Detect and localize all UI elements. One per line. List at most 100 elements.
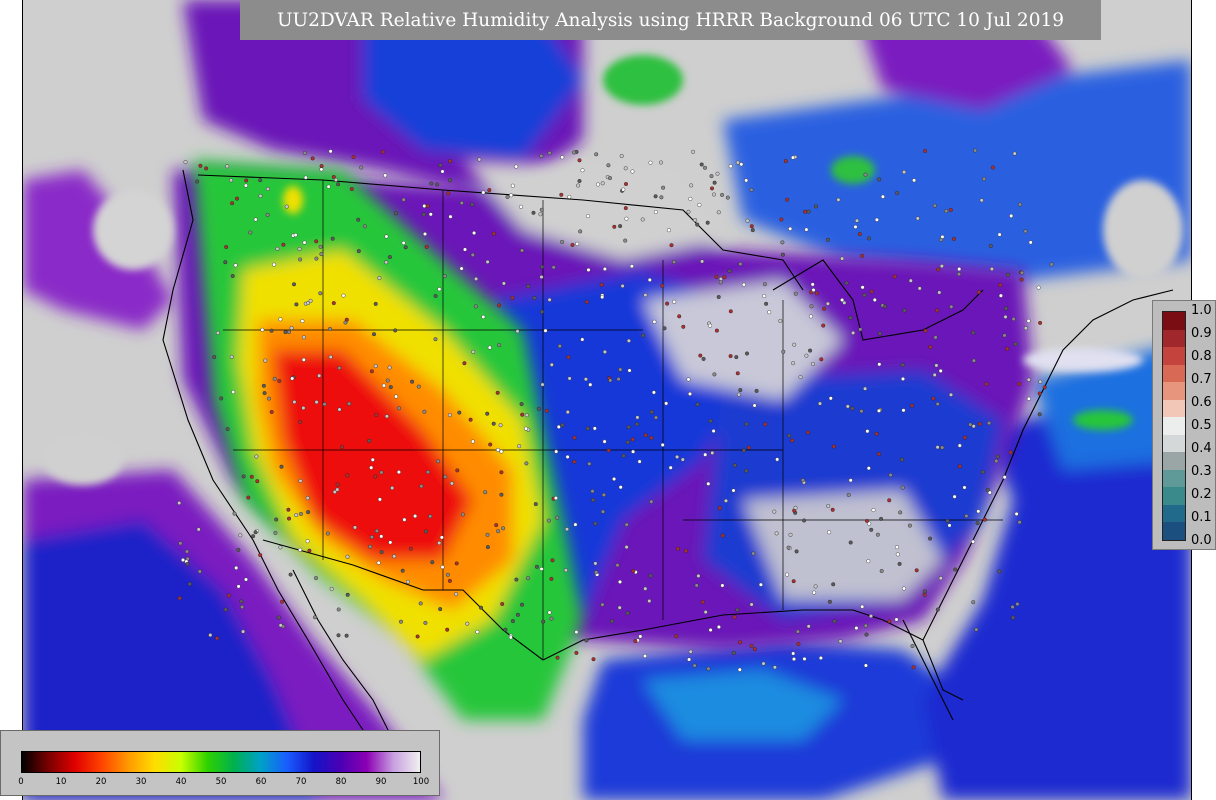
station-marker [720, 192, 725, 197]
station-marker [767, 310, 772, 315]
station-marker [791, 579, 796, 584]
station-marker [675, 546, 680, 551]
station-marker [445, 572, 450, 577]
station-marker [479, 605, 484, 610]
station-marker [585, 426, 590, 431]
station-marker [902, 308, 907, 313]
station-marker [791, 155, 796, 160]
station-marker [433, 294, 438, 299]
station-marker [583, 377, 588, 382]
rh-field [23, 0, 1191, 800]
station-marker [302, 150, 307, 155]
station-marker [608, 176, 613, 181]
station-marker [1002, 333, 1007, 338]
station-marker [928, 536, 933, 541]
station-marker [763, 422, 768, 427]
station-marker [233, 263, 238, 268]
station-marker [725, 195, 730, 200]
station-marker [936, 267, 941, 272]
rh-legend-swatch [1163, 504, 1185, 523]
station-marker [501, 526, 506, 531]
station-marker [1020, 270, 1025, 275]
station-marker [608, 378, 613, 383]
station-marker [445, 627, 450, 632]
station-marker [739, 162, 744, 167]
station-marker [298, 420, 303, 425]
station-marker [341, 293, 346, 298]
station-marker [442, 274, 447, 279]
station-marker [472, 230, 477, 235]
station-marker [383, 173, 388, 178]
station-marker [735, 607, 740, 612]
station-marker [631, 449, 636, 454]
station-marker [379, 534, 384, 539]
station-marker [995, 454, 1000, 459]
station-marker [640, 217, 645, 222]
station-marker [928, 345, 933, 350]
percent-tick-label: 60 [255, 777, 267, 787]
station-marker [225, 164, 230, 169]
station-marker [301, 357, 306, 362]
station-marker [876, 452, 881, 457]
station-marker [944, 209, 949, 214]
station-marker [792, 657, 797, 662]
station-marker [599, 282, 604, 287]
station-marker [485, 545, 490, 550]
station-marker [600, 181, 605, 186]
station-marker [700, 259, 705, 264]
station-marker [573, 522, 578, 527]
station-marker [408, 546, 413, 551]
station-marker [418, 601, 423, 606]
station-marker [559, 192, 564, 197]
station-marker [328, 355, 333, 360]
station-marker [310, 156, 315, 161]
station-marker [298, 257, 303, 262]
station-marker [274, 517, 279, 522]
station-marker [623, 238, 628, 243]
station-marker [781, 349, 786, 354]
station-marker [649, 499, 654, 504]
station-marker [971, 358, 976, 363]
station-marker [1014, 511, 1019, 516]
station-marker [635, 422, 640, 427]
station-marker [786, 545, 791, 550]
station-marker [499, 492, 504, 497]
station-marker [540, 382, 545, 387]
station-marker [483, 490, 488, 495]
station-marker [664, 401, 669, 406]
station-marker [716, 210, 721, 215]
station-marker [620, 284, 625, 289]
station-marker [334, 177, 339, 182]
station-marker [800, 478, 805, 483]
station-marker [900, 485, 905, 490]
station-marker [895, 545, 900, 550]
station-marker [438, 607, 443, 612]
station-marker [630, 169, 635, 174]
percent-tick-label: 100 [412, 777, 430, 787]
station-marker [593, 561, 598, 566]
station-marker [448, 178, 453, 183]
rh-fraction-legend: 1.0 0.9 0.8 0.7 0.6 0.5 0.4 0.3 0.2 0.1 0.0 [1152, 300, 1216, 550]
station-marker [826, 504, 831, 509]
station-marker [701, 356, 706, 361]
station-marker [851, 330, 856, 335]
station-marker [994, 459, 999, 464]
station-marker [845, 404, 850, 409]
station-marker [204, 166, 209, 171]
station-marker [198, 163, 203, 168]
station-marker [510, 295, 515, 300]
station-marker [987, 421, 992, 426]
station-marker [555, 515, 560, 520]
station-marker [325, 531, 330, 536]
station-marker [879, 569, 884, 574]
station-marker [369, 535, 374, 540]
station-marker [388, 540, 393, 545]
station-marker [879, 516, 884, 521]
station-marker [177, 596, 182, 601]
station-marker [804, 353, 809, 358]
rh-legend-swatch [1163, 312, 1185, 331]
station-marker [477, 157, 482, 162]
station-marker [785, 572, 790, 577]
station-marker [810, 282, 815, 287]
station-marker [547, 297, 552, 302]
